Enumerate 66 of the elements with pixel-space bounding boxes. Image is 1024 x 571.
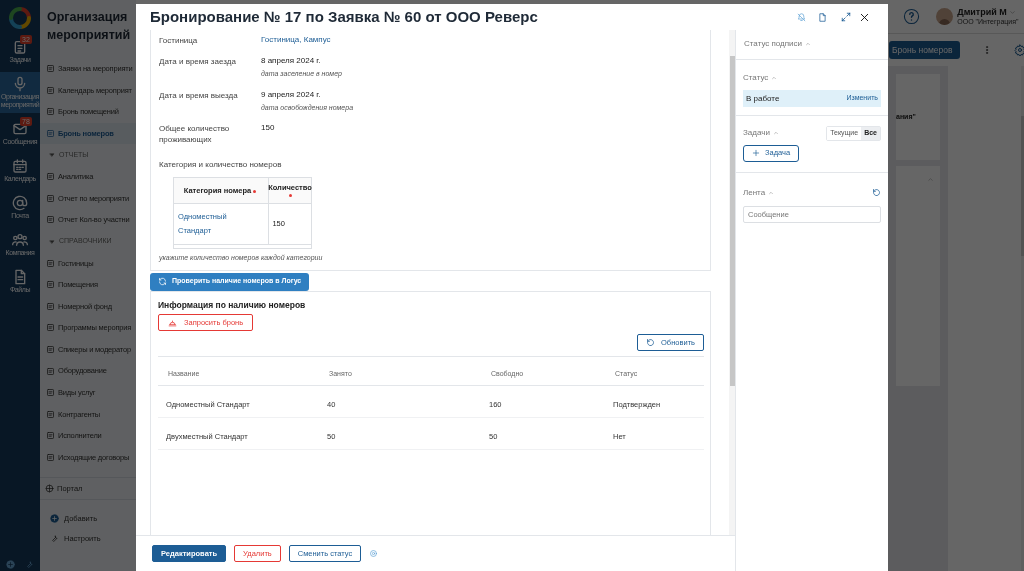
list-icon (46, 85, 55, 95)
field-value: 150 (261, 122, 275, 133)
status-value: В работе (746, 92, 780, 105)
logo-icon (8, 6, 32, 30)
bell-off-icon[interactable] (797, 12, 806, 22)
chevron-up-icon[interactable] (768, 189, 775, 196)
caret-icon (49, 152, 55, 159)
close-icon[interactable] (859, 11, 870, 23)
user-name: Дмитрий М (957, 6, 1007, 18)
list-icon (46, 409, 55, 419)
document-icon[interactable] (818, 12, 827, 22)
caret-icon (49, 238, 55, 245)
list-icon (46, 215, 55, 225)
list-icon (46, 431, 55, 441)
list-icon (46, 280, 55, 290)
list-icon (46, 366, 55, 376)
plus-icon (752, 149, 760, 157)
list-icon (46, 453, 55, 462)
list-icon (46, 323, 55, 333)
field-label: Общее количество проживающих (159, 123, 231, 145)
list-icon (46, 301, 55, 311)
list-icon (46, 388, 55, 398)
avatar[interactable] (936, 8, 954, 25)
plus-icon[interactable] (6, 560, 15, 569)
field-value: 8 апреля 2024 г. (261, 55, 322, 66)
field-label: Гостиница (159, 35, 199, 46)
list-icon (46, 129, 55, 139)
field-value: 9 апреля 2024 г. (261, 88, 322, 100)
expand-icon[interactable] (841, 12, 851, 22)
field-label: Дата и время выезда (159, 89, 239, 101)
refresh-icon (158, 277, 167, 286)
modal-title: Бронирование № 17 по Заявка № 60 от ООО Реверс (150, 6, 539, 27)
scrollbar[interactable] (729, 30, 735, 535)
people-icon (12, 232, 28, 248)
wrench-icon[interactable] (25, 560, 34, 569)
wrench-icon (50, 533, 59, 543)
app-title: Организация мероприятий (46, 9, 132, 44)
calendar-icon (12, 158, 28, 174)
chevron-up-icon[interactable] (771, 75, 778, 81)
field-label: Дата и время заезда (159, 56, 237, 67)
envelope-icon (12, 121, 28, 137)
section-heading: Лента (743, 186, 766, 199)
section-heading: Статус подписи (744, 38, 803, 50)
booking-button[interactable]: Бронь номеров (889, 41, 961, 59)
list-icon (46, 172, 55, 182)
chevron-up-icon[interactable] (772, 130, 779, 137)
list-icon (46, 193, 55, 203)
chevron-up-icon[interactable] (805, 41, 812, 47)
document-icon (12, 269, 28, 285)
list-icon (46, 64, 55, 74)
section-heading: Задачи (743, 127, 770, 140)
section-title: Информация по наличию номеров (158, 298, 307, 312)
clipboard-icon (12, 39, 28, 55)
list-icon (46, 345, 55, 354)
field-link[interactable]: Гостиница, Кампус (261, 34, 331, 45)
section-heading: Статус (743, 72, 769, 84)
microphone-icon (12, 76, 28, 92)
chevron-down-icon[interactable] (1008, 8, 1016, 16)
refresh-icon[interactable] (872, 188, 881, 197)
refresh-icon (646, 338, 656, 348)
field-label: Категория и количество номеров (159, 159, 283, 171)
list-icon (46, 258, 55, 268)
help-icon[interactable] (903, 8, 921, 25)
list-icon (46, 107, 55, 117)
at-sign-icon (12, 195, 28, 211)
plus-icon (50, 513, 59, 523)
